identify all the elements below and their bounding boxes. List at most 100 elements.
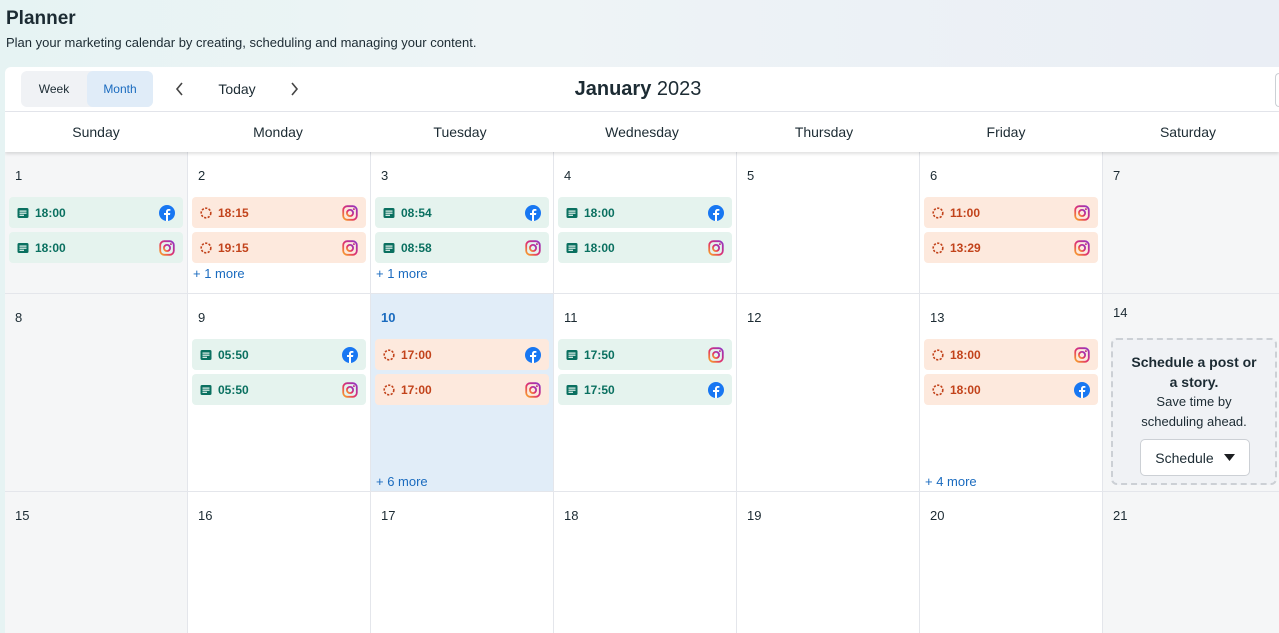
post-scheduled-icon <box>383 348 395 361</box>
weekday-wednesday: Wednesday <box>605 124 679 140</box>
day-cell-17[interactable]: 17 <box>371 492 554 633</box>
day-number: 15 <box>15 508 30 523</box>
post-time: 17:00 <box>401 347 432 362</box>
post-network <box>708 204 724 221</box>
post-time: 17:50 <box>584 382 615 397</box>
post-chip[interactable]: 17:50 <box>558 339 732 370</box>
post-network <box>708 381 724 398</box>
day-number: 16 <box>198 508 213 523</box>
post-chip[interactable]: 17:00 <box>375 374 549 405</box>
instagram-icon <box>708 239 724 256</box>
post-network <box>342 381 358 398</box>
more-posts-link[interactable]: + 1 more <box>193 266 245 281</box>
post-status <box>200 349 212 361</box>
post-status <box>200 241 212 254</box>
post-scheduled-icon <box>932 348 944 361</box>
post-chip[interactable]: 05:50 <box>192 374 366 405</box>
post-scheduled-icon <box>200 206 212 219</box>
day-cell-1[interactable]: 1 18:00 18:00 <box>5 152 188 293</box>
day-cell-15[interactable]: 15 <box>5 492 188 633</box>
post-time: 05:50 <box>218 347 249 362</box>
post-status <box>566 384 578 396</box>
instagram-icon <box>1074 204 1090 221</box>
post-network <box>525 204 541 221</box>
post-published-icon <box>566 384 578 395</box>
day-number: 7 <box>1113 168 1121 183</box>
post-network <box>342 204 358 221</box>
post-network <box>708 346 724 363</box>
day-number: 21 <box>1113 508 1128 523</box>
post-chip[interactable]: 08:58 <box>375 232 549 263</box>
post-status <box>383 207 395 219</box>
schedule-button[interactable]: Schedule <box>1140 439 1250 476</box>
day-cell-8[interactable]: 8 <box>5 294 188 491</box>
post-status <box>17 207 29 219</box>
post-chip[interactable]: 18:00 <box>924 374 1098 405</box>
day-number: 11 <box>564 310 578 325</box>
page-header: Planner Plan your marketing calendar by … <box>6 8 476 50</box>
post-status <box>17 242 29 254</box>
post-chip[interactable]: 18:00 <box>924 339 1098 370</box>
post-chip[interactable]: 17:50 <box>558 374 732 405</box>
post-chip[interactable]: 13:29 <box>924 232 1098 263</box>
more-posts-link[interactable]: + 6 more <box>376 474 428 489</box>
more-posts-link[interactable]: + 1 more <box>376 266 428 281</box>
post-published-icon <box>200 349 212 360</box>
post-status <box>566 349 578 361</box>
post-chip[interactable]: 18:00 <box>558 232 732 263</box>
post-scheduled-icon <box>932 383 944 396</box>
day-cell-18[interactable]: 18 <box>554 492 737 633</box>
instagram-icon <box>159 239 175 256</box>
day-number: 2 <box>198 168 206 183</box>
post-status <box>200 384 212 396</box>
facebook-icon <box>525 204 541 221</box>
day-number: 19 <box>747 508 762 523</box>
day-cell-19[interactable]: 19 <box>737 492 920 633</box>
weekday-monday: Monday <box>253 124 303 140</box>
post-chip[interactable]: 18:00 <box>9 232 183 263</box>
post-network <box>1074 204 1090 221</box>
day-cell-16[interactable]: 16 <box>188 492 371 633</box>
day-cell-10[interactable]: 10 17:00 17:00 + 6 more <box>371 294 554 491</box>
post-chip[interactable]: 18:00 <box>558 197 732 228</box>
post-time: 18:00 <box>35 205 66 220</box>
post-chip[interactable]: 05:50 <box>192 339 366 370</box>
instagram-icon <box>342 239 358 256</box>
post-chip[interactable]: 18:15 <box>192 197 366 228</box>
post-network <box>1074 381 1090 398</box>
day-cell-7[interactable]: 7 <box>1103 152 1279 293</box>
post-scheduled-icon <box>383 383 395 396</box>
post-chip[interactable]: 08:54 <box>375 197 549 228</box>
day-number: 3 <box>381 168 389 183</box>
facebook-icon <box>708 381 724 398</box>
facebook-icon <box>342 346 358 363</box>
day-cell-11[interactable]: 11 17:50 17:50 <box>554 294 737 491</box>
day-cell-9[interactable]: 9 05:50 05:50 <box>188 294 371 491</box>
toolbar-control-edge[interactable] <box>1275 73 1279 107</box>
day-cell-3[interactable]: 3 08:54 08:58 + 1 more <box>371 152 554 293</box>
day-number: 13 <box>930 310 945 325</box>
post-status <box>383 348 395 361</box>
post-time: 08:54 <box>401 205 432 220</box>
more-posts-link[interactable]: + 4 more <box>925 474 977 489</box>
post-time: 19:15 <box>218 240 249 255</box>
post-chip[interactable]: 19:15 <box>192 232 366 263</box>
day-cell-14[interactable]: 14 Schedule a post or a story. Save time b… <box>1103 294 1279 491</box>
day-cell-21[interactable]: 21 <box>1103 492 1279 633</box>
post-network <box>159 239 175 256</box>
day-cell-13[interactable]: 13 18:00 18:00 + 4 more <box>920 294 1103 491</box>
day-cell-12[interactable]: 12 <box>737 294 920 491</box>
post-chip[interactable]: 17:00 <box>375 339 549 370</box>
day-cell-6[interactable]: 6 11:00 13:29 <box>920 152 1103 293</box>
day-cell-4[interactable]: 4 18:00 18:00 <box>554 152 737 293</box>
post-status <box>383 383 395 396</box>
week-row: 1 18:00 18:00 2 18:15 19:15 + 1 more 3 08:54 08:5… <box>5 152 1279 294</box>
schedule-button-label: Schedule <box>1155 449 1214 466</box>
post-scheduled-icon <box>932 206 944 219</box>
post-time: 13:29 <box>950 240 981 255</box>
day-cell-5[interactable]: 5 <box>737 152 920 293</box>
day-cell-2[interactable]: 2 18:15 19:15 + 1 more <box>188 152 371 293</box>
post-chip[interactable]: 11:00 <box>924 197 1098 228</box>
post-chip[interactable]: 18:00 <box>9 197 183 228</box>
day-cell-20[interactable]: 20 <box>920 492 1103 633</box>
